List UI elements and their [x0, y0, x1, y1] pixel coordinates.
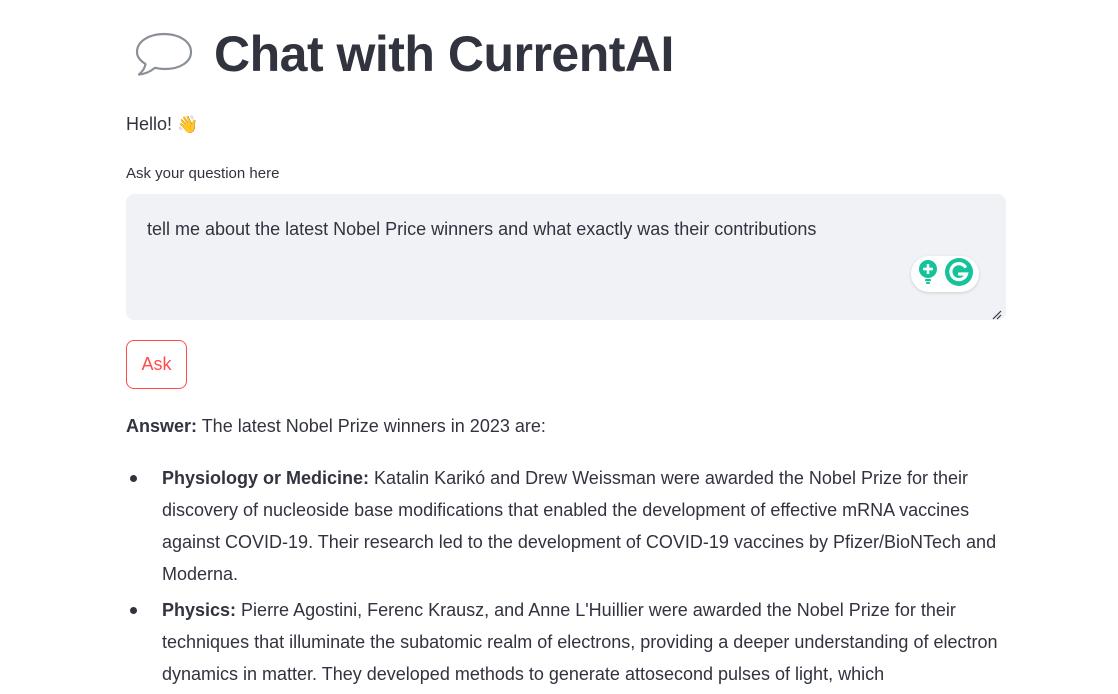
- ask-button[interactable]: Ask: [126, 340, 187, 389]
- question-input[interactable]: tell me about the latest Nobel Price win…: [126, 194, 1006, 320]
- page-title: Chat with CurrentAI: [214, 26, 674, 82]
- answer-item-category: Physiology or Medicine:: [162, 468, 370, 488]
- lightbulb-icon[interactable]: [916, 258, 940, 291]
- grammarly-widget[interactable]: [911, 256, 979, 292]
- answer-list: Physiology or Medicine: Katalin Karikó a…: [126, 462, 1016, 694]
- question-input-container: tell me about the latest Nobel Price win…: [126, 194, 1006, 320]
- list-item: Physiology or Medicine: Katalin Karikó a…: [126, 462, 1016, 590]
- greeting: Hello! 👋: [126, 111, 198, 138]
- resize-handle[interactable]: [992, 307, 1002, 320]
- answer-intro: Answer: The latest Nobel Prize winners i…: [126, 412, 546, 440]
- greeting-text: Hello!: [126, 114, 173, 134]
- page-header: Chat with CurrentAI: [134, 24, 674, 84]
- question-label: Ask your question here: [126, 165, 280, 182]
- waving-hand-icon: 👋: [177, 115, 199, 134]
- speech-balloon-icon: [134, 29, 194, 79]
- answer-intro-text: The latest Nobel Prize winners in 2023 a…: [197, 416, 546, 436]
- answer-label: Answer:: [126, 416, 198, 436]
- grammarly-icon[interactable]: [944, 257, 974, 292]
- list-item: Physics: Pierre Agostini, Ferenc Krausz,…: [126, 594, 1016, 690]
- answer-item-category: Physics:: [162, 600, 237, 620]
- answer-item-text: Pierre Agostini, Ferenc Krausz, and Anne…: [162, 600, 998, 684]
